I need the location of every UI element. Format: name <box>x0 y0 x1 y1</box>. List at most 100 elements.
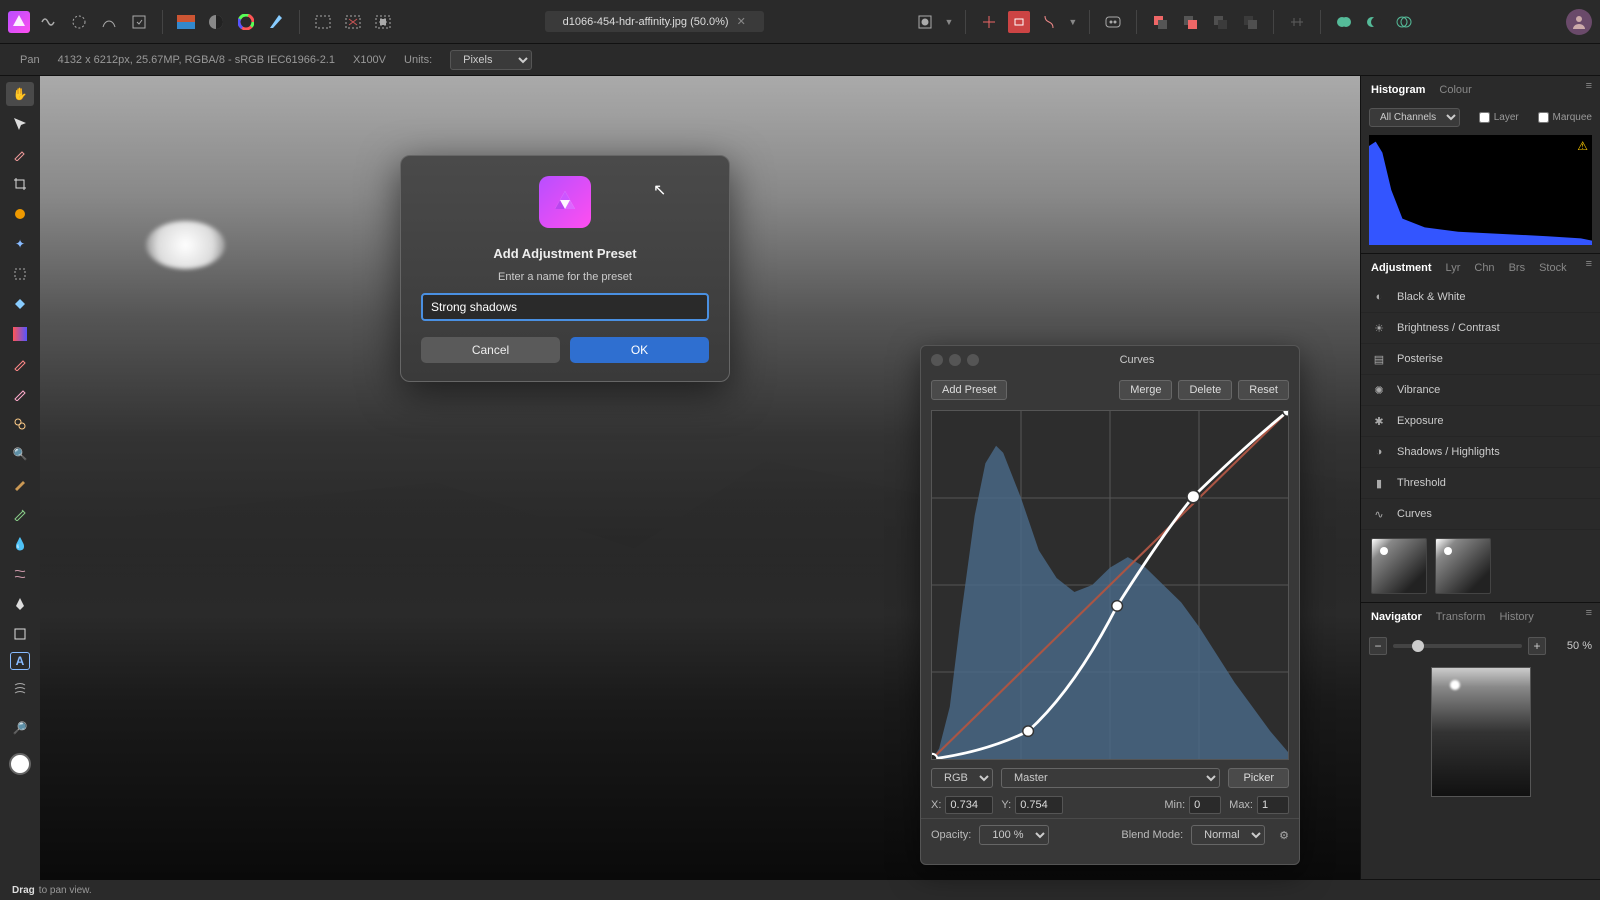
persona-liquify-icon[interactable] <box>68 11 90 33</box>
invert-selection-icon[interactable] <box>372 11 394 33</box>
adjustment-threshold[interactable]: ▮Threshold <box>1361 468 1600 499</box>
adjustment-vibrance[interactable]: ✺Vibrance <box>1361 375 1600 406</box>
persona-export-icon[interactable] <box>128 11 150 33</box>
quick-mask-icon[interactable] <box>914 11 936 33</box>
curves-graph[interactable] <box>931 410 1289 760</box>
boolean-intersect-icon[interactable] <box>1393 11 1415 33</box>
preset-thumb[interactable] <box>1435 538 1491 594</box>
panel-menu-icon[interactable]: ≡ <box>1586 80 1592 100</box>
tab-lyr[interactable]: Lyr <box>1444 258 1463 278</box>
selection-rect-icon[interactable] <box>312 11 334 33</box>
zoom-in-button[interactable]: + <box>1528 637 1546 655</box>
rectangle-tool-icon[interactable] <box>6 622 34 646</box>
preset-name-input[interactable] <box>421 293 709 321</box>
persona-develop-icon[interactable] <box>98 11 120 33</box>
crop-tool-icon[interactable] <box>6 172 34 196</box>
zoom-out-button[interactable]: − <box>1369 637 1387 655</box>
opacity-select[interactable]: 100 % <box>979 825 1049 845</box>
mask-icon[interactable] <box>205 11 227 33</box>
boolean-subtract-icon[interactable] <box>1363 11 1385 33</box>
mixer-brush-tool-icon[interactable] <box>6 676 34 700</box>
tab-brs[interactable]: Brs <box>1507 258 1528 278</box>
snapping-active-icon[interactable] <box>1008 11 1030 33</box>
tab-stock[interactable]: Stock <box>1537 258 1569 278</box>
inpainting-tool-icon[interactable] <box>6 472 34 496</box>
colour-swatch-icon[interactable] <box>6 752 34 776</box>
channel-select[interactable]: All Channels <box>1369 108 1460 127</box>
text-tool-icon[interactable]: A <box>10 652 30 670</box>
units-select[interactable]: Pixels <box>450 50 532 70</box>
layer-checkbox[interactable]: Layer <box>1479 112 1519 123</box>
align-icon[interactable] <box>1286 11 1308 33</box>
picker-button[interactable]: Picker <box>1228 768 1289 788</box>
chevron-down-icon[interactable]: ▼ <box>944 17 953 27</box>
mesh-warp-tool-icon[interactable] <box>6 562 34 586</box>
blend-mode-select[interactable]: Normal <box>1191 825 1265 845</box>
curves-titlebar[interactable]: Curves <box>921 346 1299 374</box>
zoom-slider[interactable] <box>1393 644 1522 648</box>
adjustment-brightness-contrast[interactable]: ☀Brightness / Contrast <box>1361 313 1600 344</box>
tab-transform[interactable]: Transform <box>1434 607 1488 627</box>
navigator-thumbnail[interactable] <box>1431 667 1531 797</box>
account-icon[interactable] <box>1566 9 1592 35</box>
force-pixel-icon[interactable] <box>1038 11 1060 33</box>
curves-master-select[interactable]: Master <box>1001 768 1220 788</box>
curves-channel-select[interactable]: RGB <box>931 768 993 788</box>
dodge-tool-icon[interactable]: 🔍 <box>6 442 34 466</box>
arrange-backward-icon[interactable] <box>1209 11 1231 33</box>
selection-brush-tool-icon[interactable] <box>6 202 34 226</box>
adjustment-black-white[interactable]: ◐Black & White <box>1361 282 1600 313</box>
adjustment-posterise[interactable]: ▤Posterise <box>1361 344 1600 375</box>
gradient-tool-icon[interactable] <box>6 322 34 346</box>
move-tool-icon[interactable] <box>6 112 34 136</box>
clone-brush-tool-icon[interactable] <box>6 412 34 436</box>
blur-tool-icon[interactable]: 💧 <box>6 532 34 556</box>
tab-history[interactable]: History <box>1497 607 1535 627</box>
snapping-icon[interactable] <box>978 11 1000 33</box>
deselect-icon[interactable] <box>342 11 364 33</box>
adjustment-curves[interactable]: ∿Curves <box>1361 499 1600 530</box>
add-preset-button[interactable]: Add Preset <box>931 380 1007 400</box>
marquee-checkbox[interactable]: Marquee <box>1538 112 1592 123</box>
swatches-icon[interactable] <box>175 11 197 33</box>
persona-photo-icon[interactable] <box>38 11 60 33</box>
max-input[interactable] <box>1257 796 1289 814</box>
flood-fill-tool-icon[interactable] <box>6 292 34 316</box>
maximize-traffic-light-icon[interactable] <box>967 354 979 366</box>
chevron-down-icon[interactable]: ▼ <box>1068 17 1077 27</box>
tab-chn[interactable]: Chn <box>1472 258 1496 278</box>
tab-colour[interactable]: Colour <box>1437 80 1473 100</box>
arrange-front-icon[interactable] <box>1149 11 1171 33</box>
panel-menu-icon[interactable]: ≡ <box>1586 258 1592 278</box>
panel-menu-icon[interactable]: ≡ <box>1586 607 1592 627</box>
erase-brush-tool-icon[interactable] <box>6 382 34 406</box>
delete-button[interactable]: Delete <box>1178 380 1232 400</box>
close-traffic-light-icon[interactable] <box>931 354 943 366</box>
tab-navigator[interactable]: Navigator <box>1369 607 1424 627</box>
colour-wheel-icon[interactable] <box>235 11 257 33</box>
document-title[interactable]: d1066-454-hdr-affinity.jpg (50.0%) ✕ <box>545 11 764 32</box>
gear-icon[interactable]: ⚙ <box>1279 829 1289 842</box>
hand-tool-icon[interactable]: ✋ <box>6 82 34 106</box>
y-input[interactable] <box>1015 796 1063 814</box>
arrange-forward-icon[interactable] <box>1179 11 1201 33</box>
zoom-tool-icon[interactable]: 🔎 <box>6 716 34 740</box>
min-input[interactable] <box>1189 796 1221 814</box>
x-input[interactable] <box>945 796 993 814</box>
tab-histogram[interactable]: Histogram <box>1369 80 1427 100</box>
close-tab-icon[interactable]: ✕ <box>737 15 746 28</box>
cancel-button[interactable]: Cancel <box>421 337 560 363</box>
preset-thumb[interactable] <box>1371 538 1427 594</box>
marquee-tool-icon[interactable] <box>6 262 34 286</box>
adjustment-shadows-highlights[interactable]: ◑Shadows / Highlights <box>1361 437 1600 468</box>
merge-button[interactable]: Merge <box>1119 380 1172 400</box>
pen-tool-icon[interactable] <box>6 592 34 616</box>
paint-brush-tool-icon[interactable] <box>6 352 34 376</box>
healing-brush-tool-icon[interactable] <box>6 502 34 526</box>
reset-button[interactable]: Reset <box>1238 380 1289 400</box>
auto-colour-icon[interactable] <box>265 11 287 33</box>
magic-wand-tool-icon[interactable]: ✦ <box>6 232 34 256</box>
assistant-icon[interactable] <box>1102 11 1124 33</box>
colour-picker-tool-icon[interactable] <box>6 142 34 166</box>
arrange-back-icon[interactable] <box>1239 11 1261 33</box>
